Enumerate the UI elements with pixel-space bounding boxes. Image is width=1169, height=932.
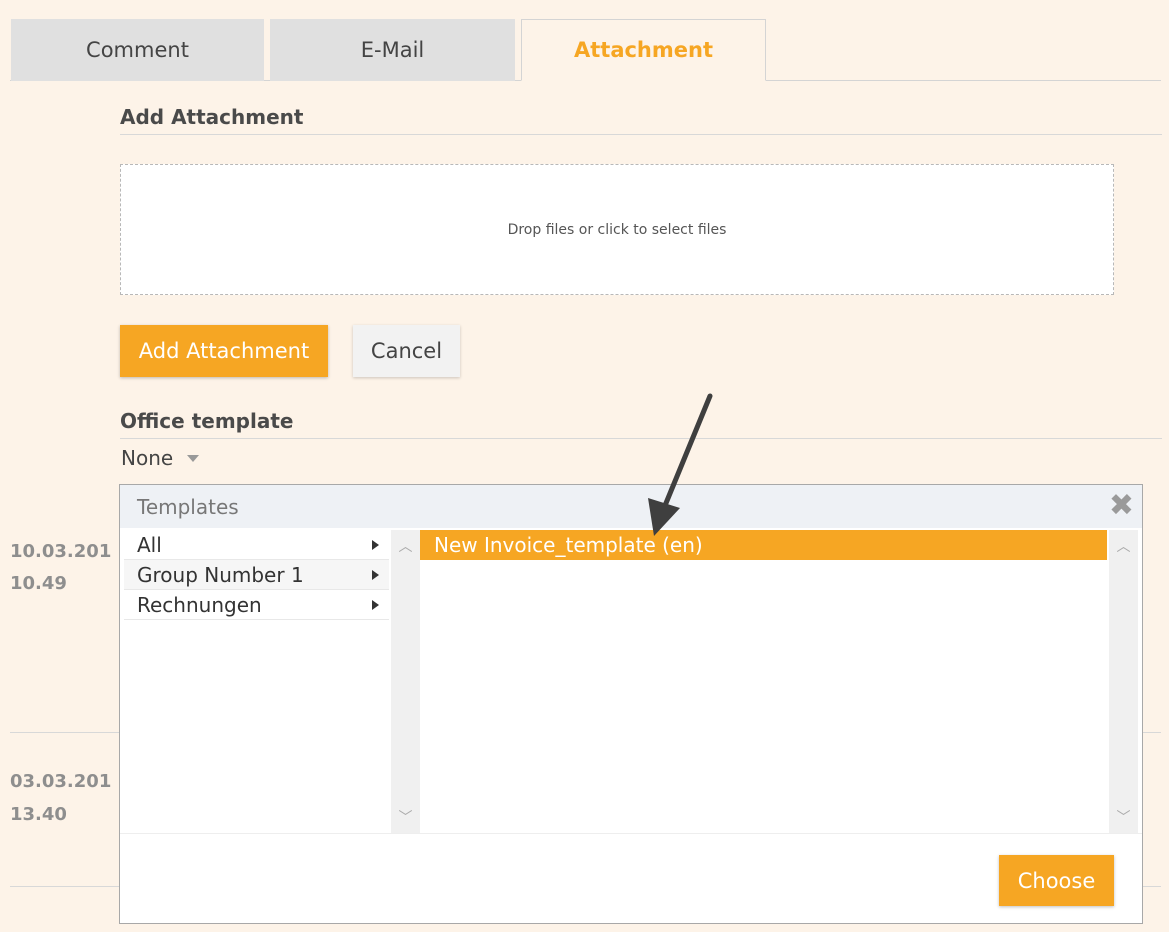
dialog-footer-divider (120, 833, 1142, 834)
category-item-rechnungen[interactable]: Rechnungen (124, 590, 389, 620)
category-item-group-number-1[interactable]: Group Number 1 (124, 560, 389, 590)
category-label: All (137, 532, 162, 557)
chevron-right-icon (372, 599, 379, 610)
annotation-arrow-icon (648, 393, 713, 536)
chevron-down-icon (187, 454, 200, 462)
tab-attachment[interactable]: Attachment (521, 19, 766, 81)
office-template-heading: Office template (120, 409, 294, 433)
add-attachment-heading: Add Attachment (120, 105, 304, 129)
category-item-all[interactable]: All (124, 530, 389, 560)
dialog-title: Templates (120, 485, 1142, 528)
office-template-value: None (121, 446, 174, 470)
divider (120, 134, 1162, 135)
dialog-title-text: Templates (137, 494, 239, 519)
history-time: 13.40 (10, 804, 67, 825)
category-scrollbar[interactable]: ︿ ﹀ (391, 530, 420, 833)
template-item[interactable]: New Invoice_template (en) (420, 530, 1107, 560)
chevron-right-icon (372, 539, 379, 550)
scroll-up-icon[interactable]: ︿ (391, 536, 420, 556)
scroll-down-icon[interactable]: ﹀ (391, 807, 420, 827)
scroll-up-icon[interactable]: ︿ (1109, 536, 1138, 556)
history-date: 03.03.201 (10, 771, 112, 792)
add-attachment-button[interactable]: Add Attachment (120, 325, 328, 377)
close-icon[interactable]: ✖ (1109, 491, 1134, 521)
choose-button[interactable]: Choose (999, 855, 1114, 906)
cancel-button[interactable]: Cancel (353, 325, 460, 377)
tab-email[interactable]: E-Mail (270, 19, 515, 81)
category-list: All Group Number 1 Rechnungen (124, 530, 389, 620)
scroll-down-icon[interactable]: ﹀ (1109, 807, 1138, 827)
history-date: 10.03.201 (10, 541, 112, 562)
template-scrollbar[interactable]: ︿ ﹀ (1109, 530, 1138, 833)
templates-dialog: Templates ✖ All Group Number 1 Rechnunge… (119, 484, 1143, 924)
history-time: 10.49 (10, 573, 67, 594)
category-label: Group Number 1 (137, 562, 304, 587)
category-label: Rechnungen (137, 592, 262, 617)
file-dropzone[interactable]: Drop files or click to select files (120, 164, 1114, 295)
dropzone-text: Drop files or click to select files (507, 221, 727, 238)
chevron-right-icon (372, 569, 379, 580)
office-template-select[interactable]: None (121, 446, 200, 470)
tab-comment[interactable]: Comment (11, 19, 264, 81)
